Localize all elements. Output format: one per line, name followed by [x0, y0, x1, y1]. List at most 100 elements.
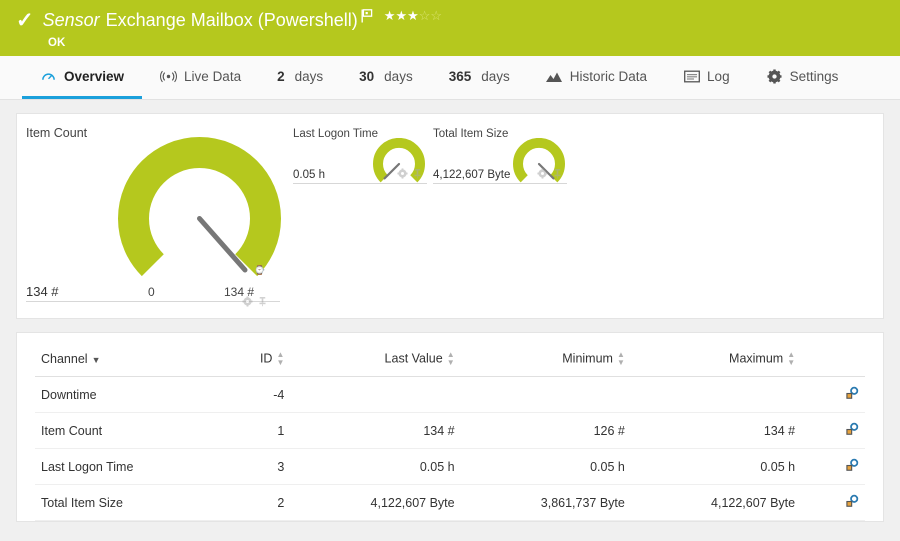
tab-30-days[interactable]: 30 days — [341, 56, 431, 99]
gauge-item-count-title: Item Count — [26, 126, 87, 140]
cell-last-value — [290, 377, 460, 413]
channel-settings-icon[interactable] — [845, 458, 859, 472]
cell-id: 1 — [216, 413, 290, 449]
channels-table-body: Downtime -4 Item Count 1 134 # — [35, 377, 865, 521]
gauge-total-item-size-value: 4,122,607 Byte — [433, 169, 510, 181]
pin-icon[interactable] — [412, 166, 423, 177]
tab-log[interactable]: Log — [665, 56, 748, 99]
sort-desc-icon: ▼ — [92, 355, 101, 365]
log-list-icon — [683, 68, 700, 84]
sort-toggle-icon: ▲▼ — [787, 351, 795, 367]
pin-icon[interactable] — [257, 294, 268, 305]
gauge-item-count-min-label: 0 — [148, 285, 155, 299]
gauge-item-count-dial: ⌚ — [117, 136, 282, 301]
channels-panel: Channel▼ ID▲▼ Last Value▲▼ Minimum▲▼ Max… — [16, 332, 884, 522]
tab-overview[interactable]: Overview — [22, 56, 142, 99]
cell-maximum: 134 # — [631, 413, 801, 449]
column-header-minimum[interactable]: Minimum ▲▼ — [461, 333, 631, 377]
rating-stars[interactable]: ★★★☆☆ — [384, 8, 442, 24]
cell-last-value: 0.05 h — [290, 449, 460, 485]
gauge-total-item-size-footer: 4,122,607 Byte — [433, 165, 567, 184]
gear-icon[interactable] — [397, 166, 408, 177]
sort-toggle-icon: ▲▼ — [276, 351, 284, 367]
tab-365-days-unit: days — [481, 69, 510, 84]
column-header-channel[interactable]: Channel▼ — [35, 333, 216, 377]
column-header-id-label: ID — [260, 351, 273, 365]
tab-bar: Overview Live Data 2 days 30 days 365 da… — [0, 56, 900, 100]
channels-table: Channel▼ ID▲▼ Last Value▲▼ Minimum▲▼ Max… — [35, 333, 865, 521]
cell-last-value: 4,122,607 Byte — [290, 485, 460, 521]
column-header-maximum-label: Maximum — [729, 351, 783, 365]
table-header-row: Channel▼ ID▲▼ Last Value▲▼ Minimum▲▼ Max… — [35, 333, 865, 377]
column-header-last-value[interactable]: Last Value▲▼ — [290, 333, 460, 377]
gauge-last-logon-time-value: 0.05 h — [293, 169, 325, 181]
sort-toggle-icon: ▲▼ — [447, 351, 455, 367]
gauge-grid: Item Count ⌚ 134 # 0 134 # — [17, 114, 883, 318]
gauge-last-logon-time-footer: 0.05 h — [293, 165, 427, 184]
cell-minimum — [461, 377, 631, 413]
cell-minimum: 3,861,737 Byte — [461, 485, 631, 521]
status-check-icon: ✓ — [16, 10, 34, 31]
tab-settings-label: Settings — [790, 69, 839, 84]
cell-minimum: 0.05 h — [461, 449, 631, 485]
flag-icon[interactable] — [361, 9, 373, 23]
tab-log-label: Log — [707, 69, 730, 84]
tab-overview-label: Overview — [64, 69, 124, 84]
table-row[interactable]: Downtime -4 — [35, 377, 865, 413]
gauge-item-count: Item Count ⌚ 134 # 0 134 # — [17, 114, 289, 318]
channel-settings-icon[interactable] — [845, 494, 859, 508]
gauge-last-logon-time-title: Last Logon Time — [293, 128, 378, 140]
star-filled: ★ — [395, 8, 407, 23]
cell-actions — [801, 413, 865, 449]
column-header-maximum[interactable]: Maximum ▲▼ — [631, 333, 801, 377]
tab-30-days-number: 30 — [359, 69, 374, 84]
star-filled: ★ — [407, 8, 419, 23]
gauge-icon — [40, 68, 57, 84]
column-header-minimum-label: Minimum — [562, 351, 613, 365]
tab-live-data[interactable]: Live Data — [142, 56, 259, 99]
channel-settings-icon[interactable] — [845, 386, 859, 400]
tab-2-days[interactable]: 2 days — [259, 56, 341, 99]
tab-365-days-number: 365 — [449, 69, 472, 84]
column-header-actions — [801, 333, 865, 377]
gauge-item-count-tools — [242, 294, 268, 305]
star-empty: ☆ — [419, 8, 431, 23]
cell-id: -4 — [216, 377, 290, 413]
channel-settings-icon[interactable] — [845, 422, 859, 436]
status-badge: OK — [0, 34, 900, 49]
tab-live-data-label: Live Data — [184, 69, 241, 84]
tab-historic-data[interactable]: Historic Data — [528, 56, 665, 99]
gear-icon[interactable] — [242, 294, 253, 305]
cell-minimum: 126 # — [461, 413, 631, 449]
column-header-id[interactable]: ID▲▼ — [216, 333, 290, 377]
sort-toggle-icon: ▲▼ — [617, 351, 625, 367]
table-row[interactable]: Total Item Size 2 4,122,607 Byte 3,861,7… — [35, 485, 865, 521]
star-empty: ☆ — [430, 8, 442, 23]
cell-actions — [801, 377, 865, 413]
tab-2-days-unit: days — [295, 69, 324, 84]
cell-maximum: 0.05 h — [631, 449, 801, 485]
tab-365-days[interactable]: 365 days — [431, 56, 528, 99]
live-signal-icon — [160, 68, 177, 84]
cell-actions — [801, 485, 865, 521]
cell-channel: Item Count — [35, 413, 216, 449]
tab-historic-data-label: Historic Data — [570, 69, 647, 84]
sensor-header: ✓ Sensor Exchange Mailbox (Powershell) ★… — [0, 0, 900, 56]
cell-maximum — [631, 377, 801, 413]
gear-icon — [766, 68, 783, 84]
area-chart-icon — [546, 68, 563, 84]
sensor-title-row: ✓ Sensor Exchange Mailbox (Powershell) ★… — [0, 0, 900, 34]
gauge-item-count-footer: 134 # 0 134 # — [26, 281, 280, 302]
cell-channel: Total Item Size — [35, 485, 216, 521]
gear-icon[interactable] — [537, 166, 548, 177]
tab-30-days-unit: days — [384, 69, 413, 84]
svg-text:⌚: ⌚ — [254, 264, 265, 275]
tab-2-days-number: 2 — [277, 69, 285, 84]
gauge-total-item-size: Total Item Size 4,122,607 Byte — [429, 120, 569, 190]
gauge-last-logon-time-tools — [397, 166, 423, 177]
pin-icon[interactable] — [552, 166, 563, 177]
gauge-item-count-value: 134 # — [26, 284, 59, 299]
tab-settings[interactable]: Settings — [748, 56, 857, 99]
table-row[interactable]: Last Logon Time 3 0.05 h 0.05 h 0.05 h — [35, 449, 865, 485]
table-row[interactable]: Item Count 1 134 # 126 # 134 # — [35, 413, 865, 449]
